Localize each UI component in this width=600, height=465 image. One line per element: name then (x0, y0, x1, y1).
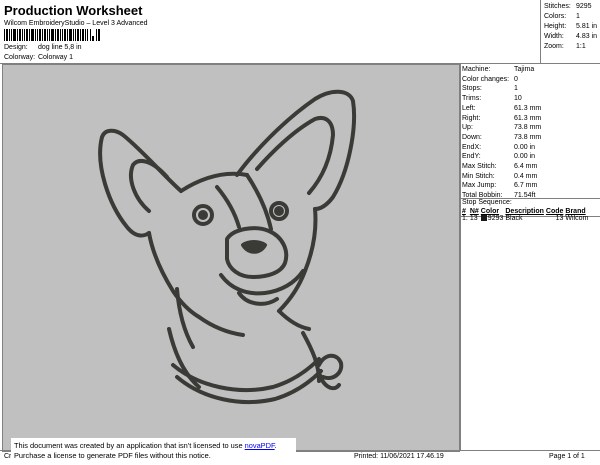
info-label: Left: (462, 104, 476, 112)
colorway-label: Colorway: (4, 54, 36, 61)
col-code: Code (545, 208, 564, 215)
stat-height: Height: 5.81 in (544, 22, 597, 32)
info-row: Max Stitch: 6.4 mm (462, 162, 541, 172)
stat-value: 1 (576, 13, 580, 20)
info-label: Stops: (462, 85, 482, 93)
stat-colors: Colors: 1 (544, 12, 597, 22)
notice-period: . (274, 441, 277, 450)
info-label: Color changes: (462, 75, 510, 83)
colorway-value: Colorway 1 (37, 54, 73, 61)
info-row: Min Stitch: 0.4 mm (462, 172, 541, 182)
info-value: 0.00 in (514, 143, 536, 151)
info-label: Max Stitch: (462, 163, 497, 171)
info-value: 61.3 mm (514, 114, 542, 122)
notice-text: This document was created by an applicat… (14, 441, 245, 450)
info-label: EndX: (462, 143, 482, 151)
info-value: 73.8 mm (514, 124, 542, 132)
barcode (4, 29, 100, 41)
info-label: Max Jump: (462, 182, 497, 190)
info-label: Trims: (462, 95, 482, 103)
info-value: 0 (514, 75, 518, 83)
info-value: 73.8 mm (514, 133, 542, 141)
page-number: Page 1 of 1 (549, 453, 585, 460)
stat-value: 5.81 in (576, 23, 598, 30)
info-row: Stops: 1 (462, 84, 541, 94)
stat-label: Zoom: (544, 43, 564, 50)
info-value: 0.00 in (514, 153, 536, 161)
dog-embroidery-illustration (98, 89, 357, 405)
info-label: EndY: (462, 153, 481, 161)
design-stats: Stitches: 9295 Colors: 1 Height: 5.81 in Wi… (544, 2, 597, 52)
info-row: EndY: 0.00 in (462, 152, 541, 162)
info-row: EndX: 0.00 in (462, 143, 541, 153)
row-color: 9293 (480, 215, 506, 222)
design-preview (2, 64, 460, 452)
software-subtitle: Wilcom EmbroideryStudio – Level 3 Advanc… (4, 20, 148, 27)
col-n: N# (469, 208, 479, 215)
info-label: Up: (462, 124, 473, 132)
info-value: 6.4 mm (514, 163, 538, 171)
stat-zoom: Zoom: 1:1 (544, 42, 597, 52)
stat-label: Stitches: (544, 3, 571, 10)
header-divider (540, 0, 541, 63)
info-value: 6.7 mm (514, 182, 538, 190)
info-value: 10 (514, 95, 522, 103)
stat-width: Width: 4.83 in (544, 32, 597, 42)
color-swatch (480, 215, 487, 222)
info-row: Machine: Tajima (462, 65, 541, 75)
info-row: Down: 73.8 mm (462, 133, 541, 143)
color-code: 9293 (487, 215, 504, 222)
info-label: Min Stitch: (462, 172, 495, 180)
printed-timestamp: Printed: 11/06/2021 17.46.19 (354, 453, 444, 460)
colorway-row: Colorway: Colorway 1 (4, 54, 73, 61)
notice-line-1: This document was created by an applicat… (14, 441, 296, 451)
design-label: Design: (4, 44, 28, 51)
page-title: Production Worksheet (4, 3, 143, 18)
machine-info: Machine: Tajima Color changes: 0 Stops: 1 T… (462, 65, 541, 201)
info-value: 61.3 mm (514, 104, 542, 112)
row-description: Black (505, 215, 523, 222)
stat-label: Height: (544, 23, 567, 30)
info-value: 0.4 mm (514, 172, 538, 180)
col-color: Color (480, 208, 500, 215)
stat-stitches: Stitches: 9295 (544, 2, 597, 12)
col-num: # (462, 208, 466, 215)
row-brand: Wilcom (565, 215, 589, 222)
info-value: Tajima (514, 66, 535, 73)
col-brand: Brand (565, 208, 586, 215)
info-row: Max Jump: 6.7 mm (462, 181, 541, 191)
stat-value: 4.83 in (576, 33, 598, 40)
design-name-row: Design: dog line 5,8 in (4, 44, 82, 51)
row-n: 13 (469, 215, 478, 222)
notice-line-2: Purchase a license to generate PDF files… (14, 451, 211, 460)
info-label: Right: (462, 114, 481, 122)
info-row: Left: 61.3 mm (462, 104, 541, 114)
stop-sequence-title: Stop Sequence: (462, 199, 512, 206)
info-label: Down: (462, 133, 482, 141)
design-value: dog line 5,8 in (37, 44, 82, 51)
col-description: Description (505, 208, 544, 215)
stat-value: 1:1 (576, 43, 586, 50)
stop-sequence-table: # N# Color Description Code Brand 1. 13 … (462, 208, 590, 222)
novapdf-link[interactable]: novaPDF (245, 441, 275, 450)
stat-label: Colors: (544, 13, 567, 20)
table-row: 1. 13 9293 Black 13 Wilcom (462, 215, 590, 222)
row-code: 13 (555, 215, 564, 222)
info-label: Machine: (462, 66, 491, 73)
stat-label: Width: (544, 33, 564, 40)
info-row: Right: 61.3 mm (462, 114, 541, 124)
info-value: 1 (514, 85, 518, 93)
stop-table-header: # N# Color Description Code Brand (462, 208, 590, 215)
row-num: 1. (462, 215, 468, 222)
info-row: Color changes: 0 (462, 75, 541, 85)
license-notice: This document was created by an applicat… (11, 438, 296, 464)
info-row: Up: 73.8 mm (462, 123, 541, 133)
info-row: Trims: 10 (462, 94, 541, 104)
stat-value: 9295 (576, 3, 592, 10)
